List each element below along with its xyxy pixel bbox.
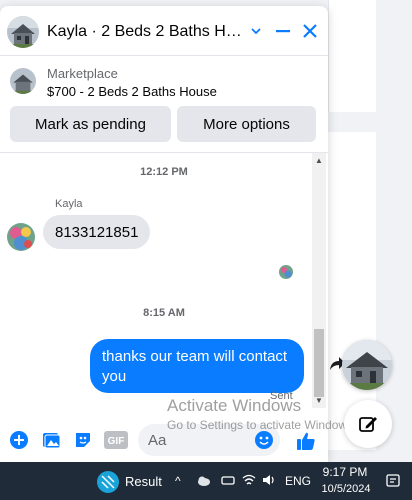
sender-name: Kayla xyxy=(55,198,83,210)
wifi-icon[interactable] xyxy=(241,472,257,491)
chat-head-avatar[interactable] xyxy=(342,340,392,390)
language-indicator[interactable]: ENG xyxy=(285,474,311,488)
marketplace-label: Marketplace xyxy=(47,66,118,81)
scrollbar-thumb[interactable] xyxy=(314,329,324,397)
scroll-up-icon[interactable]: ▲ xyxy=(312,155,326,167)
chat-title[interactable]: Kayla · 2 Beds 2 Baths Hou... xyxy=(47,23,243,41)
listing-title: $700 - 2 Beds 2 Baths House xyxy=(47,84,217,99)
minimize-icon[interactable] xyxy=(272,20,294,42)
compose-icon xyxy=(359,417,377,432)
taskbar-app-label[interactable]: Result xyxy=(125,474,162,489)
seen-indicator-avatar xyxy=(279,265,293,279)
message-thread: 12:12 PM Kayla 8133121851 8:15 AM thanks… xyxy=(0,152,328,408)
thumbs-up-icon[interactable] xyxy=(295,430,317,452)
svg-text:GIF: GIF xyxy=(108,436,125,447)
gif-icon[interactable]: GIF xyxy=(104,430,128,450)
chevron-down-icon[interactable] xyxy=(245,20,267,42)
emoji-icon[interactable] xyxy=(254,430,274,450)
more-options-button[interactable]: More options xyxy=(177,106,316,142)
windows-taskbar: Result ^ ENG 9:17 PM 10/5/2024 xyxy=(0,462,412,500)
incoming-message[interactable]: 8133121851 xyxy=(43,215,151,249)
marketplace-listing[interactable]: Marketplace $700 - 2 Beds 2 Baths House xyxy=(0,56,328,108)
sticker-icon[interactable] xyxy=(73,430,93,450)
outgoing-message[interactable]: thanks our team will contact you xyxy=(90,339,304,393)
chat-header: Kayla · 2 Beds 2 Baths Hou... xyxy=(0,6,328,56)
scroll-down-icon[interactable]: ▼ xyxy=(312,395,326,407)
listing-thumbnail xyxy=(10,68,36,94)
drive-icon[interactable] xyxy=(220,472,236,491)
background-panel xyxy=(328,0,376,112)
listing-avatar[interactable] xyxy=(7,16,39,48)
new-message-button[interactable] xyxy=(344,400,392,448)
page-scrollbar[interactable] xyxy=(398,0,412,462)
plus-circle-icon[interactable] xyxy=(9,430,29,450)
contact-avatar[interactable] xyxy=(7,223,35,251)
clock-date[interactable]: 10/5/2024 xyxy=(318,483,374,495)
weather-icon[interactable] xyxy=(196,472,212,491)
activate-windows-title: Activate Windows xyxy=(167,396,302,415)
notification-icon[interactable] xyxy=(385,473,401,489)
result-app-icon[interactable] xyxy=(96,470,120,494)
message-timestamp: 8:15 AM xyxy=(143,307,185,319)
close-icon[interactable] xyxy=(299,20,321,42)
chevron-up-icon[interactable]: ^ xyxy=(175,474,181,488)
mark-as-pending-button[interactable]: Mark as pending xyxy=(10,106,171,142)
message-timestamp: 12:12 PM xyxy=(140,166,188,178)
clock-time[interactable]: 9:17 PM xyxy=(320,465,370,479)
photo-icon[interactable] xyxy=(41,430,61,450)
activate-windows-subtitle: Go to Settings to activate Windows. xyxy=(167,418,357,432)
volume-icon[interactable] xyxy=(261,472,277,491)
